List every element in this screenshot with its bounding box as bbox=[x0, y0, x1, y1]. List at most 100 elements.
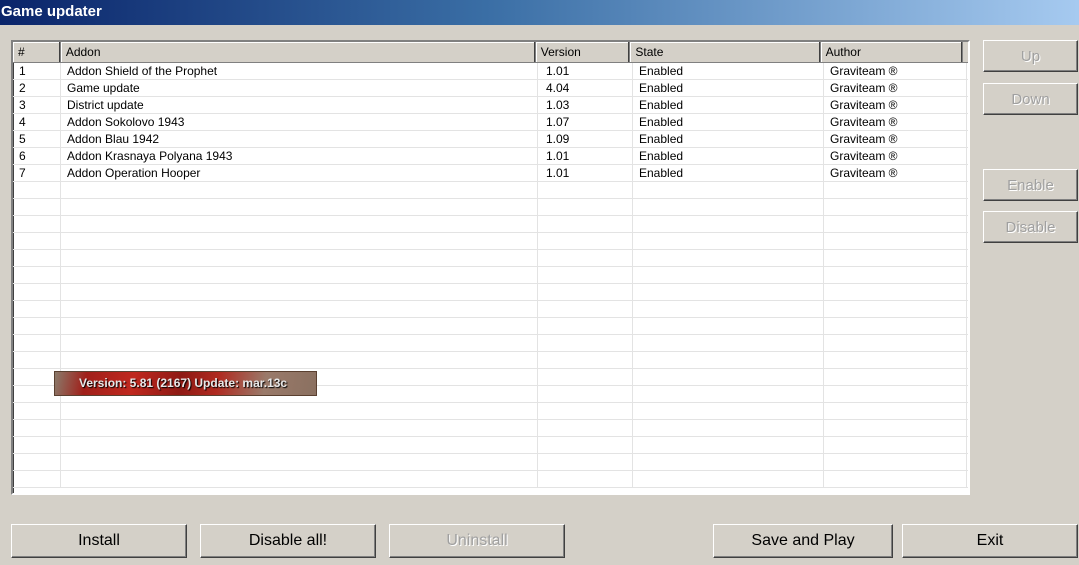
empty-cell bbox=[13, 454, 61, 470]
empty-cell bbox=[538, 437, 633, 453]
column-header-state[interactable]: State bbox=[630, 42, 821, 62]
empty-cell bbox=[61, 403, 538, 419]
cell-state: Enabled bbox=[633, 131, 824, 147]
table-row[interactable]: 7 Addon Operation Hooper 1.01 Enabled Gravit… bbox=[13, 165, 968, 182]
disable-button[interactable]: Disable bbox=[983, 211, 1078, 243]
cell-addon: Game update bbox=[61, 80, 538, 96]
empty-row bbox=[13, 250, 968, 267]
empty-cell bbox=[61, 335, 538, 351]
empty-cell bbox=[824, 284, 967, 300]
empty-cell bbox=[61, 437, 538, 453]
table-row[interactable]: 1 Addon Shield of the Prophet 1.01 Enabled G… bbox=[13, 63, 968, 80]
empty-cell bbox=[61, 301, 538, 317]
table-row[interactable]: 2 Game update 4.04 Enabled Graviteam ® bbox=[13, 80, 968, 97]
empty-cell bbox=[824, 199, 967, 215]
empty-cell bbox=[824, 250, 967, 266]
empty-cell bbox=[538, 301, 633, 317]
down-button[interactable]: Down bbox=[983, 83, 1078, 115]
column-header-author[interactable]: Author bbox=[821, 42, 963, 62]
empty-cell bbox=[633, 420, 824, 436]
empty-cell bbox=[824, 403, 967, 419]
empty-cell bbox=[538, 216, 633, 232]
empty-cell bbox=[538, 199, 633, 215]
cell-number: 2 bbox=[13, 80, 61, 96]
cell-version: 1.01 bbox=[538, 63, 633, 79]
empty-cell bbox=[633, 233, 824, 249]
empty-row bbox=[13, 420, 968, 437]
cell-version: 1.03 bbox=[538, 97, 633, 113]
cell-number: 4 bbox=[13, 114, 61, 130]
empty-cell bbox=[61, 420, 538, 436]
empty-cell bbox=[538, 471, 633, 487]
empty-row bbox=[13, 182, 968, 199]
cell-author: Graviteam ® bbox=[824, 97, 967, 113]
empty-cell bbox=[824, 369, 967, 385]
empty-row bbox=[13, 318, 968, 335]
disable-all-button[interactable]: Disable all! bbox=[200, 524, 376, 558]
cell-addon: District update bbox=[61, 97, 538, 113]
empty-row bbox=[13, 267, 968, 284]
table-row[interactable]: 5 Addon Blau 1942 1.09 Enabled Graviteam ® bbox=[13, 131, 968, 148]
empty-cell bbox=[633, 301, 824, 317]
empty-cell bbox=[633, 182, 824, 198]
empty-row bbox=[13, 437, 968, 454]
column-header-filler bbox=[963, 42, 968, 62]
uninstall-button[interactable]: Uninstall bbox=[389, 524, 565, 558]
empty-cell bbox=[633, 437, 824, 453]
cell-version: 4.04 bbox=[538, 80, 633, 96]
addon-list[interactable]: # Addon Version State Author 1 Addon Shie… bbox=[11, 40, 970, 495]
table-row[interactable]: 3 District update 1.03 Enabled Graviteam ® bbox=[13, 97, 968, 114]
table-row[interactable]: 6 Addon Krasnaya Polyana 1943 1.01 Enabled G… bbox=[13, 148, 968, 165]
list-body: 1 Addon Shield of the Prophet 1.01 Enabled G… bbox=[13, 63, 968, 488]
empty-cell bbox=[13, 301, 61, 317]
cell-number: 1 bbox=[13, 63, 61, 79]
empty-cell bbox=[538, 454, 633, 470]
cell-number: 6 bbox=[13, 148, 61, 164]
cell-author: Graviteam ® bbox=[824, 131, 967, 147]
empty-cell bbox=[13, 437, 61, 453]
install-button[interactable]: Install bbox=[11, 524, 187, 558]
table-row[interactable]: 4 Addon Sokolovo 1943 1.07 Enabled Graviteam… bbox=[13, 114, 968, 131]
exit-button[interactable]: Exit bbox=[902, 524, 1078, 558]
empty-cell bbox=[61, 233, 538, 249]
empty-cell bbox=[824, 471, 967, 487]
empty-cell bbox=[633, 318, 824, 334]
empty-cell bbox=[538, 335, 633, 351]
cell-state: Enabled bbox=[633, 148, 824, 164]
cell-author: Graviteam ® bbox=[824, 80, 967, 96]
cell-version: 1.09 bbox=[538, 131, 633, 147]
empty-cell bbox=[61, 352, 538, 368]
cell-version: 1.01 bbox=[538, 148, 633, 164]
cell-author: Graviteam ® bbox=[824, 114, 967, 130]
cell-number: 5 bbox=[13, 131, 61, 147]
empty-cell bbox=[13, 335, 61, 351]
empty-row bbox=[13, 335, 968, 352]
empty-cell bbox=[824, 216, 967, 232]
version-banner: Version: 5.81 (2167) Update: mar.13c bbox=[54, 371, 317, 396]
empty-cell bbox=[824, 335, 967, 351]
cell-author: Graviteam ® bbox=[824, 165, 967, 181]
column-header-addon[interactable]: Addon bbox=[61, 42, 536, 62]
empty-cell bbox=[61, 267, 538, 283]
empty-cell bbox=[538, 403, 633, 419]
cell-author: Graviteam ® bbox=[824, 148, 967, 164]
empty-cell bbox=[13, 420, 61, 436]
cell-addon: Addon Sokolovo 1943 bbox=[61, 114, 538, 130]
enable-button[interactable]: Enable bbox=[983, 169, 1078, 201]
save-and-play-button[interactable]: Save and Play bbox=[713, 524, 893, 558]
empty-cell bbox=[633, 335, 824, 351]
empty-row bbox=[13, 352, 968, 369]
empty-cell bbox=[61, 250, 538, 266]
cell-state: Enabled bbox=[633, 165, 824, 181]
empty-cell bbox=[538, 352, 633, 368]
cell-author: Graviteam ® bbox=[824, 63, 967, 79]
empty-row bbox=[13, 216, 968, 233]
up-button[interactable]: Up bbox=[983, 40, 1078, 72]
empty-row bbox=[13, 233, 968, 250]
column-header-version[interactable]: Version bbox=[536, 42, 631, 62]
empty-cell bbox=[538, 182, 633, 198]
empty-cell bbox=[824, 386, 967, 402]
column-header-number[interactable]: # bbox=[13, 42, 61, 62]
empty-cell bbox=[61, 216, 538, 232]
empty-cell bbox=[824, 267, 967, 283]
